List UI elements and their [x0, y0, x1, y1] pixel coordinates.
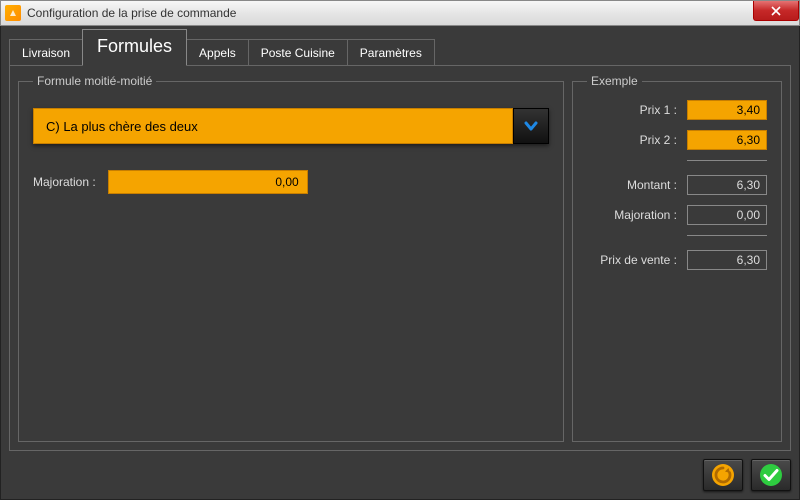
prix2-input[interactable]: 6,30 — [687, 130, 767, 150]
check-icon — [759, 463, 783, 487]
separator-2 — [687, 235, 767, 236]
window-title: Configuration de la prise de commande — [27, 6, 236, 20]
tabs: Livraison Formules Appels Poste Cuisine … — [9, 32, 791, 66]
refresh-button[interactable] — [703, 459, 743, 491]
majoration-label: Majoration : — [33, 175, 96, 189]
formula-dropdown-button[interactable] — [513, 108, 549, 144]
formula-dropdown-value: C) La plus chère des deux — [33, 108, 513, 144]
prix1-label: Prix 1 : — [640, 103, 677, 117]
majoration-ex-label: Majoration : — [614, 208, 677, 222]
row-montant: Montant : 6,30 — [587, 175, 767, 195]
row-prix1: Prix 1 : 3,40 — [587, 100, 767, 120]
app-icon — [5, 5, 21, 21]
formula-dropdown[interactable]: C) La plus chère des deux — [33, 108, 549, 144]
window-body: Livraison Formules Appels Poste Cuisine … — [0, 26, 800, 500]
row-prix-de-vente: Prix de vente : 6,30 — [587, 250, 767, 270]
majoration-ex-value: 0,00 — [687, 205, 767, 225]
prix2-label: Prix 2 : — [640, 133, 677, 147]
close-icon — [771, 6, 781, 16]
confirm-button[interactable] — [751, 459, 791, 491]
row-prix2: Prix 2 : 6,30 — [587, 130, 767, 150]
tab-appels[interactable]: Appels — [186, 39, 249, 66]
close-button[interactable] — [753, 1, 799, 21]
fieldset-exemple: Exemple Prix 1 : 3,40 Prix 2 : 6,30 Mont… — [572, 74, 782, 442]
montant-value: 6,30 — [687, 175, 767, 195]
tab-parametres[interactable]: Paramètres — [347, 39, 435, 66]
tab-livraison[interactable]: Livraison — [9, 39, 83, 66]
fieldset-exemple-legend: Exemple — [587, 74, 642, 88]
separator-1 — [687, 160, 767, 161]
content-area: Formule moitié-moitié C) La plus chère d… — [9, 65, 791, 451]
tab-formules[interactable]: Formules — [82, 29, 187, 66]
prix1-input[interactable]: 3,40 — [687, 100, 767, 120]
montant-label: Montant : — [627, 178, 677, 192]
majoration-row: Majoration : 0,00 — [33, 170, 549, 194]
fieldset-formule-legend: Formule moitié-moitié — [33, 74, 156, 88]
tab-poste-cuisine[interactable]: Poste Cuisine — [248, 39, 348, 66]
refresh-icon — [711, 463, 735, 487]
footer — [9, 451, 791, 491]
pdv-value: 6,30 — [687, 250, 767, 270]
majoration-input[interactable]: 0,00 — [108, 170, 308, 194]
chevron-down-icon — [523, 118, 539, 134]
fieldset-formule: Formule moitié-moitié C) La plus chère d… — [18, 74, 564, 442]
pdv-label: Prix de vente : — [600, 253, 677, 267]
titlebar: Configuration de la prise de commande — [0, 0, 800, 26]
row-majoration-ex: Majoration : 0,00 — [587, 205, 767, 225]
